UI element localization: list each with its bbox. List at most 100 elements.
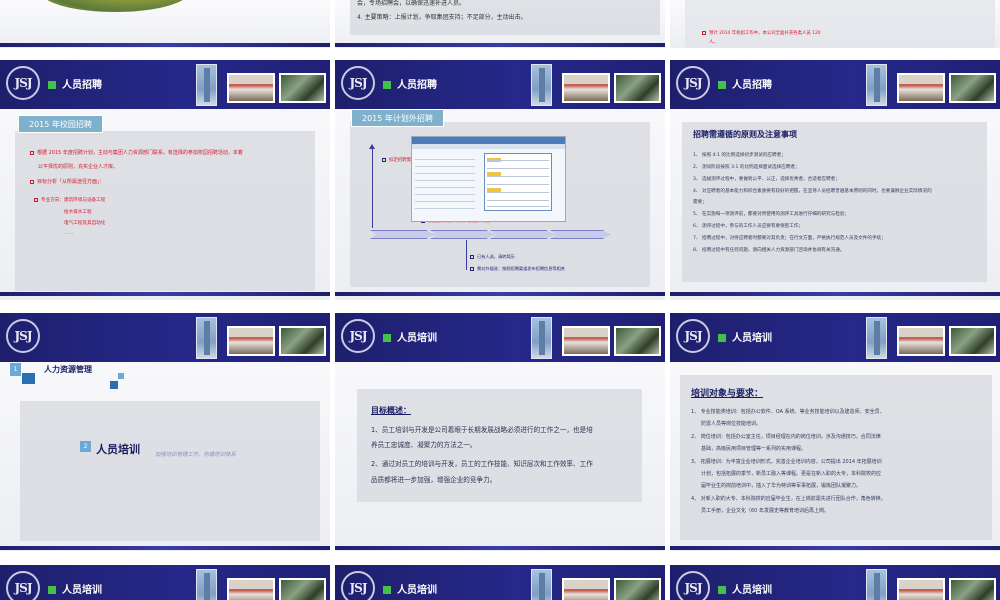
goals-heading: 目标概述： (371, 406, 411, 415)
slide-header: JSJ 人员培训 (0, 565, 330, 600)
slide-title: 人员培训 (62, 585, 102, 596)
campus-text-3: 目标分析「从所属途径方面」： (37, 179, 105, 185)
campus-line-3: 目标分析「从所属途径方面」： (30, 179, 105, 186)
principle-item: 5、 在实施每一项测评前，都要对所使用的测评工具进行仔细的研究与检验； (693, 212, 849, 217)
logo-jsj-icon: JSJ (6, 66, 40, 100)
slide-section-divider[interactable]: JSJ 1 人力资源管理 2 人员培训 加强培训管理工作，构建培训体系 (0, 313, 330, 551)
outdoor-photo (614, 73, 661, 103)
target-item: 届毕业生的岗前培训中，插入了华为特训等军事拓展，锻炼团队凝聚力。 (701, 483, 862, 489)
bullet-icon (30, 179, 34, 184)
campus-line-4: 专业方向：建筑环境与设备工程 (34, 197, 105, 204)
flow-line-left (372, 148, 373, 228)
note-b2: 需对外搜选：按照招聘渠道发布招聘信息等相关 (470, 265, 565, 272)
principle-item: 7、 招聘过程中，对待应聘者时都要对其负责；在行文方面，严格执行规范人员及文件的… (693, 236, 886, 241)
slide-header: JSJ 人员培训 (670, 313, 1000, 362)
building-photo (866, 569, 887, 600)
logo-jsj-icon: JSJ (341, 319, 375, 353)
window-toolbar (412, 144, 565, 149)
slide-top-middle: 会，专场招聘会，以确保迅速补进人员。 4. 主要策略：上报计划，争取集团支持；不… (335, 0, 665, 48)
campus-line-5: 给水排水工程 (64, 210, 92, 215)
outdoor-photo (614, 326, 661, 356)
goals-line: 1、员工培训与开发是公司着眼于长期发展战略必须进行的工作之一，也是培 (371, 426, 593, 434)
top-middle-line-2: 4. 主要策略：上报计划，争取集团支持；不足部分，主动出击。 (357, 14, 527, 21)
logo-jsj-icon: JSJ (6, 319, 40, 353)
top-right-line-1: 预计 2014 年机组工作中，本公司全面补充各类人员 120 (702, 30, 821, 37)
slide-principles[interactable]: JSJ 人员招聘 招聘需遵循的原则及注意事项 1、 按照 4:1 的比例选择初步… (670, 60, 1000, 300)
content-panel (682, 122, 987, 282)
note-b1: 已有人选，请转简历 (470, 253, 515, 260)
arrow-up-icon (369, 144, 375, 149)
slide-top-left (0, 0, 330, 48)
goals-line: 养员工忠诚度、凝聚力的方法之一。 (371, 441, 477, 449)
principle-item: 3、 选拔测评过程中，要做到公平、公正，选择优秀者，合适者应聘者； (693, 177, 840, 182)
meeting-photo (227, 73, 275, 103)
principle-item: 8、 招聘过程中有任何问题，请向相关人力资源部门咨询并协调有关沟通。 (693, 248, 845, 253)
target-item: 1、 专业技能类培训：包括办公软件、OA 系统、等业务技能培训以及建造师、安全员… (691, 409, 885, 415)
slide-header: JSJ (0, 313, 330, 362)
bullet-icon (702, 30, 706, 35)
building-photo (531, 317, 552, 359)
slide-header: JSJ 人员招聘 (670, 60, 1000, 109)
meeting-photo (227, 326, 275, 356)
slide-header: JSJ 人员招聘 (335, 60, 665, 109)
slide-bottom-middle[interactable]: JSJ 人员培训 (335, 565, 665, 600)
slide-footer-bar (335, 546, 665, 550)
green-square-icon (48, 586, 56, 594)
principle-item: 6、 测评过程中，参与的工作人员应要有要保密工作； (693, 224, 804, 229)
meeting-photo (562, 73, 610, 103)
slide-title: 人员招聘 (397, 80, 437, 91)
slide-footer-bar (0, 546, 330, 550)
top-right-text-1: 预计 2014 年机组工作中，本公司全面补充各类人员 (709, 31, 811, 36)
principles-heading: 招聘需遵循的原则及注意事项 (693, 130, 797, 139)
decor-square (118, 373, 124, 379)
slide-training-targets[interactable]: JSJ 人员培训 培训对象与要求： 1、 专业技能类培训：包括办公软件、OA 系… (670, 313, 1000, 551)
flow-chevron-2 (430, 230, 494, 239)
principle-item: 2、 测试阶段按照 3:1 的比例选择面试选择应聘者； (693, 165, 800, 170)
campus-line-1: 根据 2015 年度招聘计划，主动与集团人力资源部门联系，有选择的参加校园招聘活… (30, 150, 243, 157)
flow-chevron-3 (490, 230, 554, 239)
bullet-icon (382, 157, 386, 162)
pie-chart-fragment (40, 0, 190, 12)
screenshot-form-thumbnail (411, 136, 566, 222)
green-square-icon (383, 81, 391, 89)
logo-jsj-icon: JSJ (676, 319, 710, 353)
window-titlebar (412, 137, 565, 144)
meeting-photo (562, 578, 610, 600)
targets-heading: 培训对象与要求： (691, 389, 764, 399)
meeting-photo (227, 578, 275, 600)
slide-header: JSJ 人员培训 (335, 313, 665, 362)
outdoor-photo (949, 73, 996, 103)
green-square-icon (718, 334, 726, 342)
meeting-photo (562, 326, 610, 356)
logo-jsj-icon: JSJ (6, 571, 40, 600)
bullet-icon (34, 197, 38, 202)
slide-title: 人员招聘 (62, 80, 102, 91)
slide-campus-recruitment[interactable]: JSJ 人员招聘 2015 年校园招聘 根据 2015 年度招聘计划，主动与集团… (0, 60, 330, 300)
target-item: 计划，包括拓展的季节，新员工融入等课程。更是在新入职的大专，本科院校的应 (701, 471, 882, 477)
content-panel (685, 0, 995, 48)
green-square-icon (383, 586, 391, 594)
slide-bottom-left[interactable]: JSJ 人员培训 (0, 565, 330, 600)
green-square-icon (48, 81, 56, 89)
section-item-1: 人力资源管理 (44, 365, 92, 374)
note-b1-text: 已有人选，请转简历 (477, 254, 515, 259)
slide-header: JSJ 人员招聘 (0, 60, 330, 109)
slide-training-goals[interactable]: JSJ 人员培训 目标概述： 1、员工培训与开发是公司着眼于长期发展战略必须进行… (335, 313, 665, 551)
slide-title: 人员培训 (397, 585, 437, 596)
content-panel (20, 401, 320, 541)
bullet-icon (470, 255, 474, 259)
target-item: 4、 对新入职的大专、本科院校的应届毕业生，在上岗前需先进行团队合作，角色转换， (691, 496, 886, 502)
section-item-2: 人员培训 (96, 443, 140, 456)
target-item: 2、 岗位培训：包括办公室主任，项目经理在内的岗位培训，涉及沟通技巧，合同法律 (691, 434, 881, 440)
building-photo (866, 64, 887, 106)
slide-footer-bar (335, 292, 665, 296)
note-b2-text: 需对外搜选：按照招聘渠道发布招聘信息等相关 (477, 266, 565, 271)
section-tag: 2015 年校园招聘 (18, 115, 103, 133)
goals-line: 2、通过对员工的培训与开发，员工的工作技能、知识层次和工作效率、工作 (371, 460, 593, 468)
green-square-icon (383, 334, 391, 342)
principle-item: 4、 对应聘者的基本能力和综合素质要有较好的把握，在坚持人员招聘普遍基本原则的同… (693, 189, 932, 194)
slide-title: 人员培训 (732, 585, 772, 596)
principle-item: 1、 按照 4:1 的比例选择初步测试的应聘者； (693, 153, 786, 158)
slide-bottom-right[interactable]: JSJ 人员培训 (670, 565, 1000, 600)
outdoor-photo (614, 578, 661, 600)
